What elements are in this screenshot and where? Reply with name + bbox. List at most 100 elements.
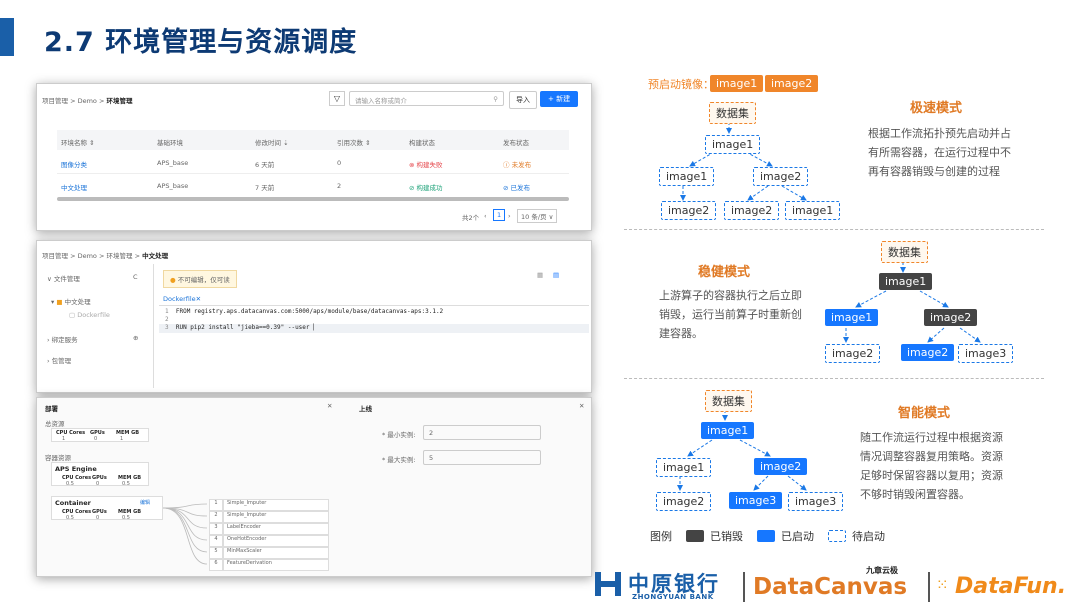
breadcrumb-item[interactable]: 项目管理	[42, 97, 68, 105]
code-line: 2	[165, 316, 169, 323]
next-page-icon[interactable]: ›	[508, 212, 511, 220]
file-tab[interactable]: Dockerfile✕	[163, 295, 201, 303]
prev-page-icon[interactable]: ‹	[484, 212, 487, 220]
table-row[interactable]	[57, 152, 569, 174]
search-input[interactable]: 请输入名称或简介 ⚲	[349, 91, 504, 106]
datafun-icon: ⁙	[936, 576, 949, 594]
code-editor[interactable]: 1 FROM registry.aps.datacanvas.com:5000/…	[159, 308, 589, 333]
page-size-select[interactable]: 10 条/页 ∨	[517, 209, 558, 223]
min-instance-label: * 最小实例:	[382, 431, 416, 439]
image-node: image2	[661, 201, 717, 220]
container-box[interactable]: Container 编辑 CPU Cores GPUs MEM GB 0.5 0…	[51, 496, 163, 521]
env-list-panel: 项目管理 > Demo > 环境管理 ▽ 请输入名称或简介 ⚲ 导入 + 新建 环…	[36, 83, 592, 231]
legend: 图例 已销毁 已启动 待启动	[650, 530, 885, 543]
dataset-node: 数据集	[881, 241, 928, 263]
refresh-icon[interactable]: C	[133, 273, 138, 281]
col-header[interactable]: 环境名称 ⇕	[61, 137, 95, 147]
new-button[interactable]: + 新建	[540, 91, 579, 107]
step-item[interactable]: 4 OneHotEncoder	[209, 535, 329, 547]
divider	[159, 305, 589, 306]
image-node: image1	[659, 167, 715, 186]
step-item[interactable]: 6 FeatureDerivation	[209, 559, 329, 571]
slide-title: 2.7 环境管理与资源调度	[44, 27, 358, 58]
breadcrumb-item[interactable]: Demo	[78, 97, 97, 105]
cell: 2	[337, 182, 342, 190]
image-node: image2	[924, 309, 978, 326]
build-status: ⊗ 构建失败	[409, 161, 443, 169]
step-item[interactable]: 3 LabelEncoder	[209, 523, 329, 535]
breadcrumb-item[interactable]: 项目管理	[42, 252, 68, 260]
mode-description: 随工作流运行过程中根据资源情况调整容器复用策略。资源足够时保留容器以复用；资源不…	[860, 431, 1003, 501]
file-item[interactable]: ▢ Dockerfile	[69, 311, 110, 319]
sidebar-item-file-mgmt[interactable]: ∨ 文件管理	[47, 273, 80, 283]
total-resource-label: 总资源	[45, 420, 65, 428]
col-header: 基础环境	[157, 139, 183, 147]
cell: 6 天前	[255, 161, 275, 169]
breadcrumb-item[interactable]: Demo	[78, 252, 97, 260]
step-item[interactable]: 1 Simple_Imputer	[209, 499, 329, 511]
title-accent-bar	[0, 18, 14, 56]
image-node: image3	[729, 492, 783, 509]
col-header[interactable]: 引用次数 ⇕	[337, 137, 371, 147]
image-node: image1	[825, 309, 879, 326]
bank-name-en: ZHONGYUAN BANK	[632, 593, 714, 601]
max-instance-input[interactable]: 5	[423, 450, 541, 465]
table-header	[57, 130, 569, 150]
mode-description: 上游算子的容器执行之后立即销毁，运行当前算子时重新创建容器。	[659, 289, 802, 340]
divider	[743, 572, 745, 602]
preload-image-tag: image1	[710, 75, 764, 92]
container-resource-label: 容器资源	[45, 454, 71, 462]
image-node: image1	[705, 135, 761, 154]
publish-status: ⓘ 未发布	[503, 161, 532, 169]
datafun-logo: DataFun.	[955, 574, 1067, 599]
pagination-total: 共2个	[462, 214, 480, 222]
edit-link[interactable]: 编辑	[140, 499, 150, 506]
preload-label: 预启动镜像：	[648, 78, 714, 91]
cell: APS_base	[157, 159, 189, 167]
image-node: image2	[724, 201, 780, 220]
image-node: image1	[701, 422, 755, 439]
dataset-node: 数据集	[709, 102, 756, 124]
breadcrumb-current: 中文处理	[142, 252, 169, 260]
step-item[interactable]: 5 MinMaxScaler	[209, 547, 329, 559]
max-instance-label: * 最大实例:	[382, 456, 416, 464]
divider	[624, 229, 1044, 230]
step-list: 1 Simple_Imputer 2 Simple_Imputer 3 LabelEn…	[209, 499, 329, 571]
mode-description: 根据工作流拓扑预先启动并占有所需容器，在运行过程中不再有容器销毁与创建的过程	[868, 127, 1011, 178]
col-header[interactable]: 修改时间 ⇣	[255, 137, 289, 147]
page-number[interactable]: 1	[493, 209, 506, 221]
code-line: 1 FROM registry.aps.datacanvas.com:5000/…	[165, 308, 444, 315]
folder-icon: ■	[56, 298, 63, 306]
deploy-title: 部署	[45, 405, 58, 413]
list-view-icon[interactable]: ▤	[553, 271, 559, 279]
image-node: image1	[879, 273, 933, 290]
cell: 7 天前	[255, 184, 275, 192]
env-name-link[interactable]: 中文处理	[61, 182, 87, 192]
search-icon: ⚲	[493, 95, 498, 103]
sidebar-item-bind-service[interactable]: › 绑定服务	[47, 334, 78, 344]
cell: APS_base	[157, 182, 189, 190]
deploy-panel: 部署 ✕ 上线 ✕ 总资源 CPU Cores GPUs MEM GB 1 0 …	[36, 397, 592, 577]
filter-icon[interactable]: ▽	[329, 91, 345, 106]
step-item[interactable]: 2 Simple_Imputer	[209, 511, 329, 523]
add-icon[interactable]: ⊕	[133, 334, 138, 342]
breadcrumb-item[interactable]: 环境管理	[107, 252, 133, 260]
divider	[624, 378, 1044, 379]
readonly-warning: ● 不可编辑，仅可读	[163, 270, 237, 288]
close-icon[interactable]: ✕	[579, 402, 584, 410]
image-node: image3	[958, 344, 1014, 363]
engine-box: APS Engine CPU Cores GPUs MEM GB 0.5 0 0…	[51, 462, 149, 487]
table-row[interactable]	[57, 175, 569, 197]
min-instance-input[interactable]: 2	[423, 425, 541, 440]
folder-item[interactable]: ▾ ■ 中文处理	[51, 296, 91, 306]
close-icon[interactable]: ✕	[327, 402, 332, 410]
grid-view-icon[interactable]: ▦	[537, 271, 543, 279]
col-header: 发布状态	[503, 139, 529, 147]
horizontal-scrollbar[interactable]	[57, 197, 569, 201]
resource-box: CPU Cores GPUs MEM GB 1 0 1	[51, 428, 149, 442]
sidebar-item-package[interactable]: › 包管理	[47, 355, 71, 365]
mode-title: 稳健模式	[698, 265, 751, 280]
env-name-link[interactable]: 图像分类	[61, 159, 87, 169]
image-node: image1	[656, 458, 712, 477]
import-button[interactable]: 导入	[509, 91, 537, 109]
